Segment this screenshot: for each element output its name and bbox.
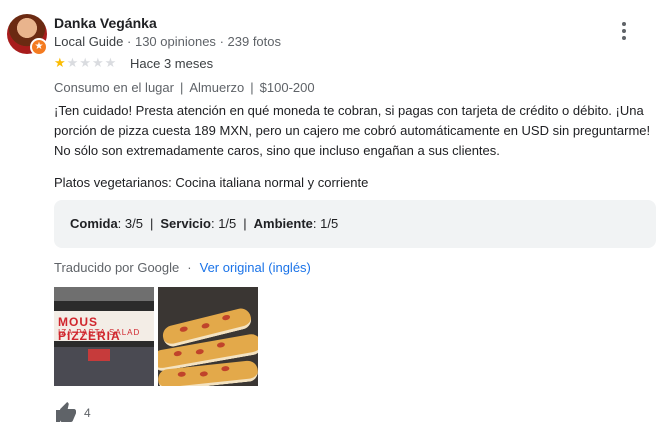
view-original-link[interactable]: Ver original (inglés) xyxy=(200,260,311,275)
author-meta: Local Guide · 130 opiniones · 239 fotos xyxy=(54,34,281,49)
vegetarian-note: Platos vegetarianos: Cocina italiana nor… xyxy=(54,175,369,190)
star-empty-icon: ★ xyxy=(66,55,80,70)
author-name[interactable]: Danka Vegánka xyxy=(54,15,157,31)
ambience-value: 1/5 xyxy=(320,216,339,231)
translated-by: Traducido por Google xyxy=(54,260,180,275)
local-guide-star-icon: ★ xyxy=(30,38,48,56)
meta-separator: · xyxy=(127,34,135,49)
review-photo-pizza[interactable] xyxy=(158,287,258,386)
food-value: 3/5 xyxy=(124,216,143,231)
meta-separator: · xyxy=(219,34,228,49)
thumbs-up-icon[interactable] xyxy=(54,401,78,425)
review-time: Hace 3 meses xyxy=(130,56,214,71)
tag-separator: | xyxy=(179,80,184,95)
rating-separator: | xyxy=(149,216,154,231)
service-value: 1/5 xyxy=(218,216,237,231)
tag-separator: | xyxy=(250,80,254,95)
review-text-paragraph: ¡Ten cuidado! Presta atención en qué mon… xyxy=(54,103,651,158)
more-options-icon[interactable] xyxy=(614,20,634,42)
photo-count: 239 fotos xyxy=(227,34,282,49)
review-photo-storefront[interactable]: MOUS PIZZERIA IZA PASTA SALAD xyxy=(54,287,154,386)
local-guide-label: Local Guide xyxy=(54,34,124,49)
star-empty-icon: ★ xyxy=(104,55,118,70)
service-label: Servicio xyxy=(160,216,211,231)
review-count: 130 opiniones xyxy=(134,34,216,49)
photo-ceiling xyxy=(54,287,154,301)
star-rating: ★★★★★ xyxy=(54,55,117,71)
tag-price: $100-200 xyxy=(259,80,315,95)
star-empty-icon: ★ xyxy=(79,55,92,70)
translation-separator: · xyxy=(187,260,192,275)
translation-row: Traducido por Google · Ver original (inglé… xyxy=(54,260,311,275)
review-tags: Consumo en el lugar | Almuerzo | $100-200 xyxy=(54,80,315,95)
tag-dine-in: Consumo en el lugar xyxy=(54,80,174,95)
sub-ratings: Comida: 3/5 | Servicio: 1/5 | Ambiente: 1/5 xyxy=(54,200,656,248)
review-text: ¡Ten cuidado! Presta atención en qué mon… xyxy=(54,101,664,161)
rating-separator: | xyxy=(243,216,247,231)
star-filled-icon: ★ xyxy=(54,55,67,70)
photo-screen xyxy=(88,349,110,361)
ambience-label: Ambiente xyxy=(253,216,313,231)
sign-line-2: IZA PASTA SALAD xyxy=(58,328,141,337)
star-empty-icon: ★ xyxy=(91,55,105,70)
food-label: Comida xyxy=(70,216,118,231)
tag-meal: Almuerzo xyxy=(189,80,245,95)
like-count: 4 xyxy=(84,406,91,420)
storefront-sign: MOUS PIZZERIA IZA PASTA SALAD xyxy=(54,311,154,343)
